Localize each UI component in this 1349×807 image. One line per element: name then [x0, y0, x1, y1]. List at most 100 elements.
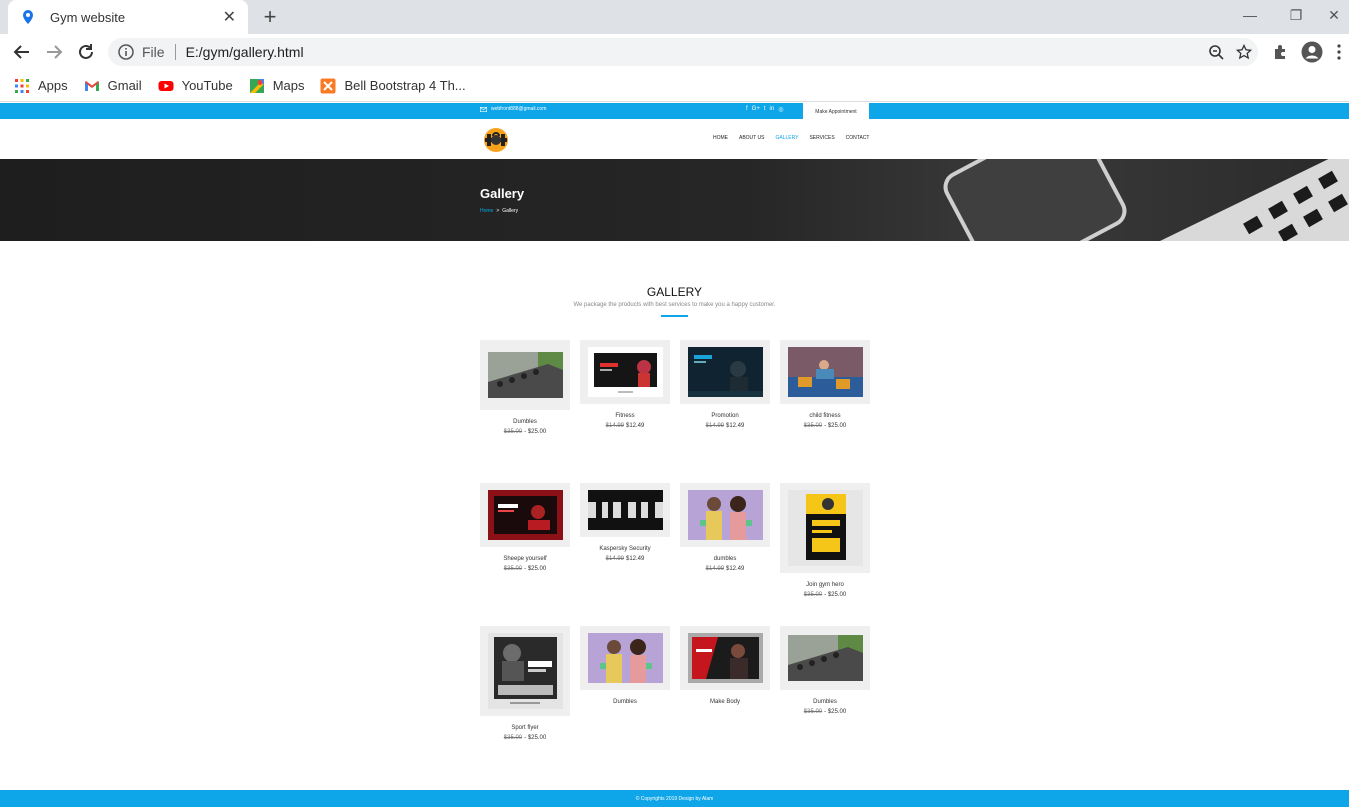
nav-about-us[interactable]: ABOUT US [739, 135, 764, 141]
gallery-card[interactable]: dumbles $14.99 $12.49 [680, 483, 770, 572]
gallery-card[interactable]: Dumbles $35.00- $25.00 [480, 340, 570, 435]
gmail-icon [84, 80, 99, 91]
profile-avatar-icon[interactable] [1300, 40, 1324, 64]
twitter-icon[interactable]: t [764, 106, 766, 113]
bookmark-label: Maps [272, 78, 305, 93]
product-thumbnail[interactable] [480, 626, 570, 716]
bookmark-star-icon[interactable] [1230, 38, 1258, 66]
product-thumbnail[interactable] [680, 340, 770, 404]
main-menu: HOME ABOUT US GALLERY SERVICES CONTACT [713, 135, 869, 141]
product-name: Dumbles [613, 699, 637, 705]
gallery-subtitle: We package the products with best servic… [573, 302, 776, 308]
top-contact-bar: webfront888@gmail.com f G+ t in ◎ [0, 103, 1349, 119]
url-text[interactable]: E:/gym/gallery.html [186, 44, 1202, 60]
product-thumbnail[interactable] [580, 626, 670, 690]
bookmark-gmail[interactable]: Gmail [84, 78, 142, 94]
google-plus-icon[interactable]: G+ [752, 106, 760, 113]
product-thumbnail[interactable] [680, 483, 770, 547]
product-price: $14.99 $12.49 [605, 556, 645, 562]
info-icon[interactable] [118, 44, 134, 60]
extensions-icon[interactable] [1268, 40, 1292, 64]
breadcrumb: Home > Gallery [480, 208, 518, 214]
gym-logo[interactable] [482, 127, 510, 153]
bookmark-bell-bootstrap[interactable]: Bell Bootstrap 4 Th... [320, 78, 466, 94]
product-name: Sport flyer [511, 725, 539, 731]
restore-icon[interactable]: ❐ [1273, 0, 1319, 30]
product-thumbnail[interactable] [580, 483, 670, 537]
site-footer: © Copyrights 2019 Design by Alam [0, 790, 1349, 807]
xampp-icon [320, 78, 336, 93]
tab-title: Gym website [50, 9, 126, 25]
gallery-card[interactable]: Promotion $14.99 $12.49 [680, 340, 770, 429]
gym-dumbbells-image [787, 635, 863, 681]
product-thumbnail[interactable] [480, 340, 570, 410]
gym-silhouette-image [587, 490, 663, 530]
bookmark-maps[interactable]: Maps [249, 78, 305, 94]
nav-home[interactable]: HOME [713, 135, 728, 141]
reload-icon[interactable] [74, 40, 98, 64]
product-thumbnail[interactable] [780, 340, 870, 404]
gallery-card[interactable]: Sport flyer $35.00- $25.00 [480, 626, 570, 741]
product-name: Make Body [709, 699, 740, 705]
heading-underline [661, 315, 688, 317]
product-name: Fitness [615, 413, 635, 419]
breadcrumb-home[interactable]: Home [480, 208, 493, 214]
child-fitness-image [787, 347, 863, 397]
fitness-banner-image [587, 347, 663, 397]
product-name: Dumbles [513, 419, 537, 425]
window-close-icon[interactable]: ✕ [1319, 0, 1349, 30]
browser-tab[interactable]: Gym website ✕ [8, 0, 248, 34]
nav-contact[interactable]: CONTACT [846, 135, 870, 141]
product-price: $35.00- $25.00 [803, 423, 847, 429]
bookmark-label: Gmail [107, 78, 142, 93]
product-price: $35.00- $25.00 [503, 735, 547, 741]
gallery-card[interactable]: Join gym hero $35.00- $25.00 [780, 483, 870, 598]
minimize-icon[interactable]: — [1227, 0, 1273, 30]
product-price: $35.00- $25.00 [803, 592, 847, 598]
gallery-card[interactable]: Kaspersky Security $14.99 $12.49 [580, 483, 670, 562]
product-thumbnail[interactable] [680, 626, 770, 690]
forward-icon[interactable] [42, 40, 66, 64]
facebook-icon[interactable]: f [746, 106, 748, 113]
bookmark-apps[interactable]: Apps [14, 78, 68, 94]
gallery-card[interactable]: Dumbles [580, 626, 670, 705]
browser-toolbar: File E:/gym/gallery.html [0, 34, 1349, 70]
product-thumbnail[interactable] [780, 626, 870, 690]
linkedin-icon[interactable]: in [770, 106, 775, 113]
gallery-card[interactable]: Fitness $14.99 $12.49 [580, 340, 670, 429]
product-price: $14.99 $12.49 [705, 566, 745, 572]
gym-dumbbells-image [487, 352, 563, 398]
product-name: Dumbles [813, 699, 837, 705]
product-thumbnail[interactable] [580, 340, 670, 404]
youtube-icon [158, 80, 174, 91]
product-price: $35.00- $25.00 [803, 709, 847, 715]
zoom-icon[interactable] [1202, 38, 1230, 66]
new-tab-icon[interactable]: + [258, 4, 282, 30]
breadcrumb-current: Gallery [502, 208, 519, 214]
gallery-card[interactable]: child fitness $35.00- $25.00 [780, 340, 870, 429]
tab-strip: Gym website ✕ + — ❐ ✕ [0, 0, 1349, 34]
gallery-card[interactable]: Make Body [680, 626, 770, 705]
gallery-card[interactable]: Dumbles $35.00- $25.00 [780, 626, 870, 715]
nav-services[interactable]: SERVICES [809, 135, 834, 141]
bookmark-label: YouTube [181, 78, 233, 93]
dumbbell-kids-image [687, 490, 763, 540]
product-name: Promotion [711, 413, 739, 419]
address-bar[interactable]: File E:/gym/gallery.html [108, 38, 1258, 66]
make-body-banner-image [687, 633, 763, 683]
nav-gallery[interactable]: GALLERY [775, 135, 798, 141]
product-price: $14.99 $12.49 [605, 423, 645, 429]
fitness-flyer-image [487, 633, 563, 709]
bookmark-youtube[interactable]: YouTube [158, 78, 233, 94]
close-tab-icon[interactable]: ✕ [223, 7, 236, 27]
product-thumbnail[interactable] [780, 483, 870, 573]
contact-email[interactable]: webfront888@gmail.com [480, 106, 546, 112]
product-thumbnail[interactable] [480, 483, 570, 547]
back-icon[interactable] [10, 40, 34, 64]
email-text: webfront888@gmail.com [491, 106, 547, 112]
gallery-card[interactable]: Sheepe yourself $35.00- $25.00 [480, 483, 570, 572]
gym-hero-flyer-image [787, 490, 863, 566]
url-separator [174, 44, 176, 60]
kebab-menu-icon[interactable] [1332, 40, 1346, 64]
instagram-icon[interactable]: ◎ [778, 106, 783, 113]
